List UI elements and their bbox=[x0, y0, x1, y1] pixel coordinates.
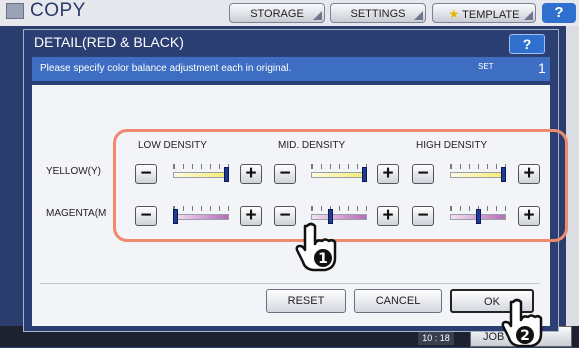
help-button[interactable]: ? bbox=[542, 3, 576, 23]
star-icon: ★ bbox=[448, 7, 460, 21]
message-bar: Please specify color balance adjustment … bbox=[32, 57, 550, 81]
set-number: 1 bbox=[538, 60, 546, 76]
dialog-title: DETAIL(RED & BLACK) bbox=[34, 34, 184, 50]
callout-number-1: 1 bbox=[318, 251, 328, 267]
dropdown-corner-icon bbox=[414, 11, 423, 20]
left-strip bbox=[0, 26, 12, 326]
row-label-magenta: MAGENTA(M bbox=[46, 208, 107, 219]
dialog-help-button[interactable]: ? bbox=[509, 34, 545, 54]
copy-mode-icon bbox=[6, 3, 24, 19]
app-title: COPY bbox=[30, 0, 86, 21]
dropdown-corner-icon bbox=[313, 11, 322, 20]
pointing-hand-icon: 2 bbox=[501, 298, 543, 347]
set-label: SET bbox=[478, 62, 494, 71]
tab-template-label: TEMPLATE bbox=[462, 9, 520, 21]
tab-template[interactable]: ★ TEMPLATE bbox=[432, 3, 536, 23]
pointing-hand-icon: 1 bbox=[295, 222, 337, 272]
cancel-button[interactable]: CANCEL bbox=[354, 289, 442, 313]
tab-settings-label: SETTINGS bbox=[350, 8, 406, 20]
callout-number-2: 2 bbox=[520, 328, 530, 344]
reset-button[interactable]: RESET bbox=[266, 289, 346, 313]
tab-settings[interactable]: SETTINGS bbox=[330, 3, 426, 23]
row-label-yellow: YELLOW(Y) bbox=[46, 166, 102, 177]
divider bbox=[40, 283, 540, 284]
instruction-message: Please specify color balance adjustment … bbox=[40, 63, 292, 74]
tab-storage-label: STORAGE bbox=[250, 8, 304, 20]
top-bar: COPY STORAGE SETTINGS ★ TEMPLATE ? bbox=[0, 0, 579, 26]
tab-storage[interactable]: STORAGE bbox=[229, 3, 325, 23]
dropdown-corner-icon bbox=[524, 11, 533, 20]
